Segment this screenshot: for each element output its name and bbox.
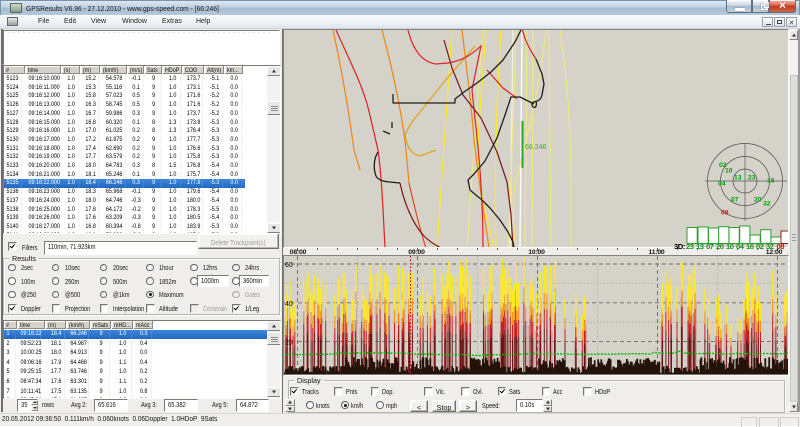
svg-text:04: 04 — [718, 181, 726, 188]
svg-text:32: 32 — [763, 201, 771, 208]
svg-text:13: 13 — [734, 175, 742, 182]
svg-text:10: 10 — [725, 168, 733, 175]
svg-text:20: 20 — [285, 340, 293, 347]
svg-text:16: 16 — [767, 178, 775, 185]
svg-text:66.246: 66.246 — [525, 144, 547, 151]
svg-text:23: 23 — [748, 175, 756, 182]
svg-text:40: 40 — [285, 301, 293, 308]
svg-text:20: 20 — [754, 197, 762, 204]
svg-text:08: 08 — [721, 210, 729, 217]
svg-text:60: 60 — [285, 262, 293, 269]
svg-text:07: 07 — [731, 197, 739, 204]
